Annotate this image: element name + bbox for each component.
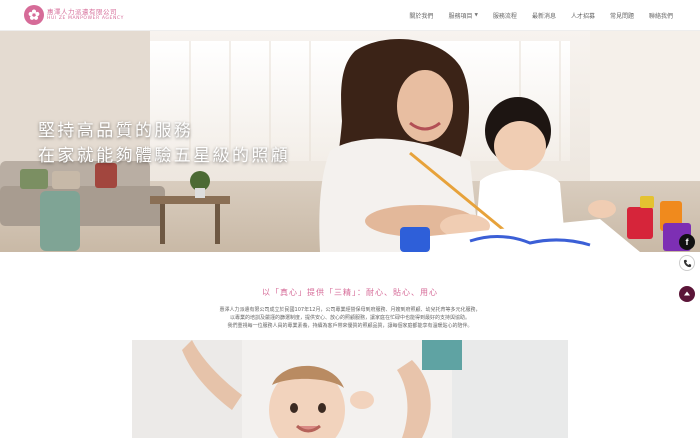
chevron-down-icon: ▼ [474,13,478,18]
hero-headline: 堅持高品質的服務 [38,121,194,141]
main-nav: 關於我們 服務項目 ▼ 服務流程 最新消息 人才招募 常見問題 聯絡我們 [394,0,673,31]
baby-photo [132,340,568,438]
flower-logo-icon[interactable] [24,5,44,25]
section-slogan: 以「真心」提供「三精」：耐心、貼心、用心 [262,288,438,297]
intro-paragraph: 我們重視每一位服務人員的專業素養，持續為客戶帶來優質的照顧品質，讓每個家庭都能享… [227,323,473,329]
intro-paragraph: 惠澤人力派遣有限公司成立於民國107年12月，公司專業經營保母到府服務、月嫂到府… [219,307,481,313]
intro-text: 惠澤人力派遣有限公司成立於民國107年12月，公司專業經營保母到府服務、月嫂到府… [170,306,530,330]
nav-item-news[interactable]: 最新消息 [532,11,556,20]
nav-label: 關於我們 [409,13,434,20]
nav-label: 人才招募 [570,13,595,20]
company-subtitle: HUI ZE MANPOWER AGENCY [47,16,124,21]
nav-label: 服務流程 [492,13,517,20]
company-name[interactable]: 惠澤人力派遣有限公司 [47,6,117,16]
nav-item-process[interactable]: 服務流程 [493,11,517,20]
phone-icon[interactable] [679,255,695,271]
hero-subheadline: 在家就能夠體驗五星級的照顧 [38,146,291,166]
site-header: 惠澤人力派遣有限公司 HUI ZE MANPOWER AGENCY 關於我們 服… [0,0,700,31]
nav-item-faq[interactable]: 常見問題 [610,11,634,20]
nav-label: 聯絡我們 [648,13,673,20]
nav-label: 服務項目 [448,13,473,20]
nav-label: 常見問題 [609,13,634,20]
intro-paragraph: 以專業的培訓及嚴謹的篩選制度，提供安心、放心的照顧服務，讓家庭在忙碌中也能得到最… [229,315,470,321]
hero-banner: 堅持高品質的服務 在家就能夠體驗五星級的照顧 [0,31,700,252]
facebook-icon[interactable]: f [679,234,695,250]
nav-item-about[interactable]: 關於我們 [409,11,433,20]
nav-item-services[interactable]: 服務項目 ▼ [448,11,477,20]
nav-label: 最新消息 [531,13,556,20]
nav-item-recruit[interactable]: 人才招募 [571,11,595,20]
nav-item-contact[interactable]: 聯絡我們 [649,11,673,20]
